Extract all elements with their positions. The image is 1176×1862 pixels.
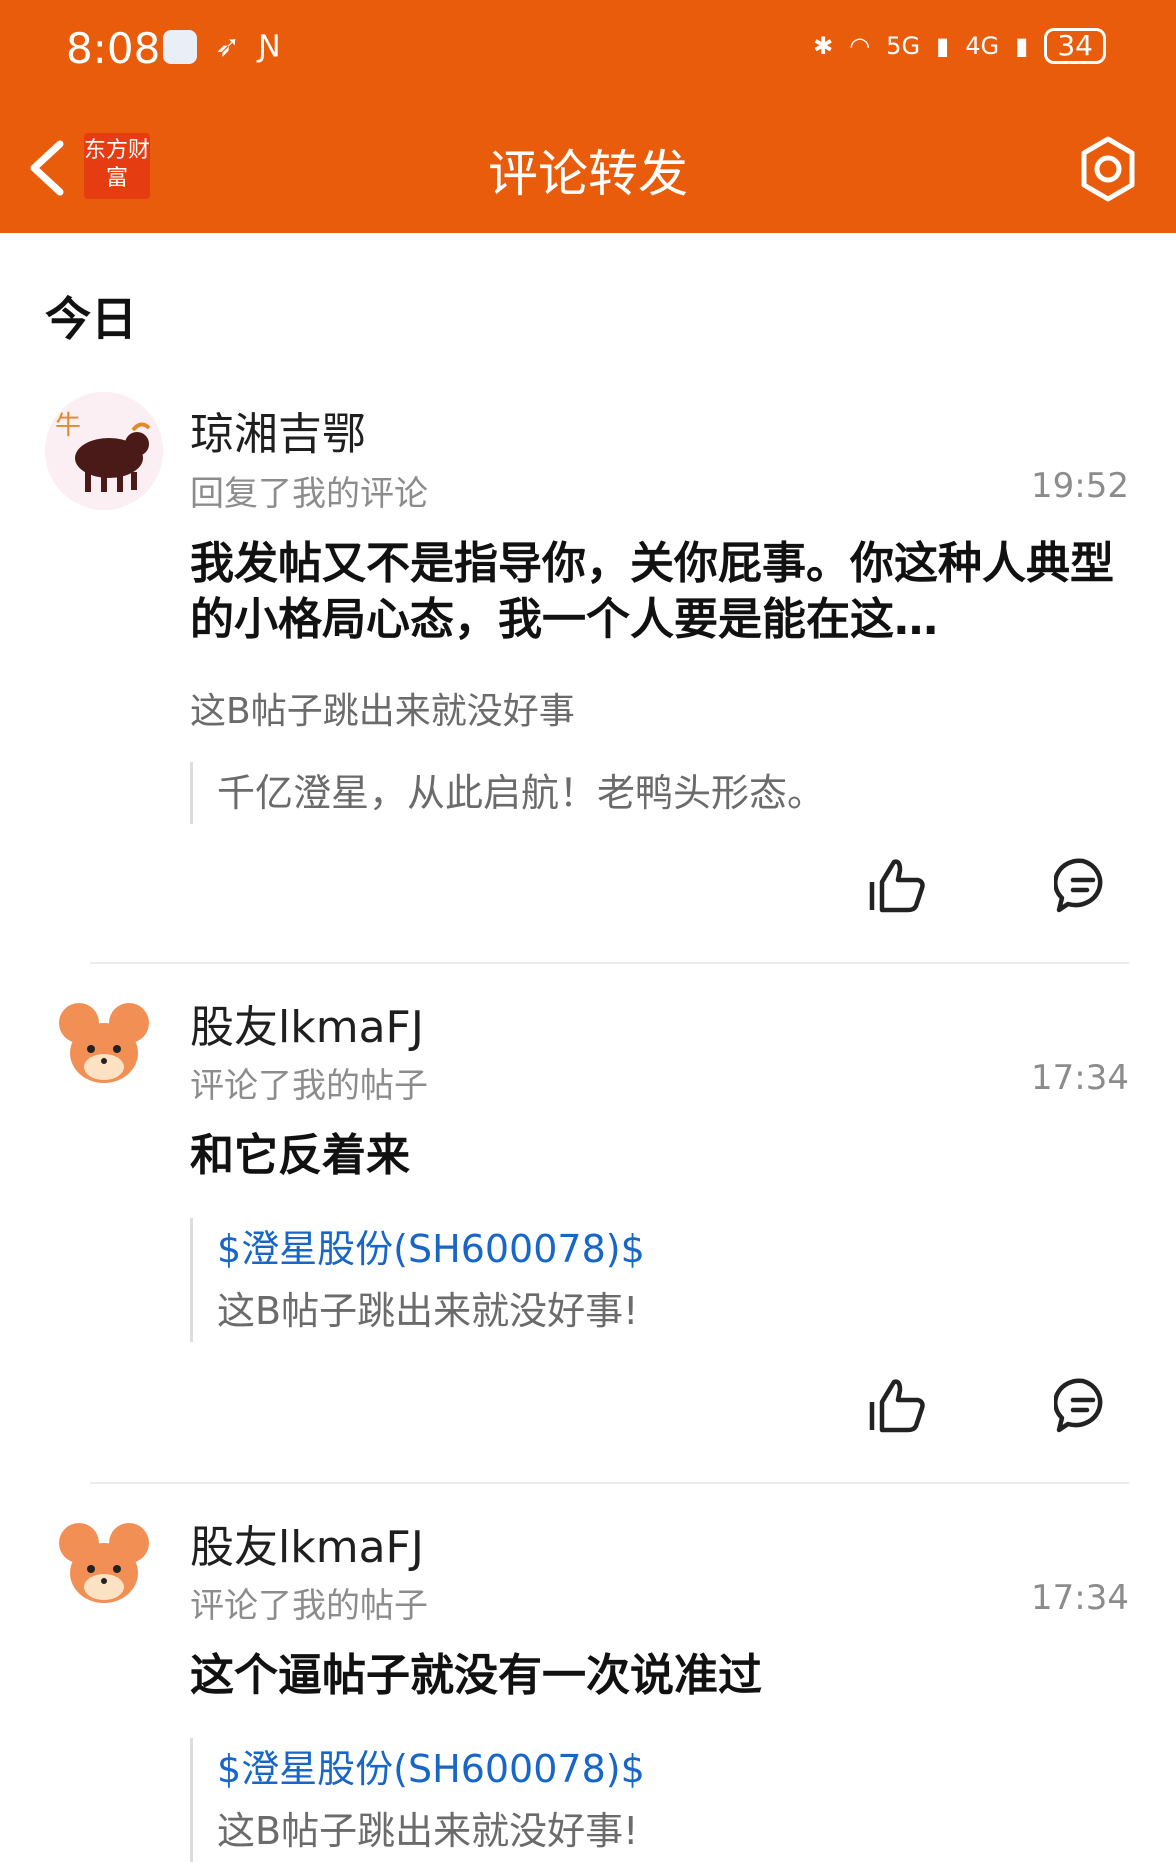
signal-4g-icon: ▮ xyxy=(1015,32,1029,60)
quoted-text: 这B帖子跳出来就没好事! xyxy=(217,1289,639,1333)
comment-bubble-icon[interactable] xyxy=(1054,856,1112,914)
notification-app-icon xyxy=(163,30,197,64)
avatar[interactable] xyxy=(45,987,163,1105)
quoted-post[interactable]: $澄星股份(SH600078)$ 这B帖子跳出来就没好事! xyxy=(190,1738,1147,1862)
comment-text[interactable]: 我发帖又不是指导你，关你屁事。你这种人典型的小格局心态，我一个人要是能在这… xyxy=(190,536,1130,648)
stock-link[interactable]: $澄星股份(SH600078)$ xyxy=(217,1218,1147,1280)
like-thumb-icon[interactable] xyxy=(868,856,926,914)
quoted-text: 这B帖子跳出来就没好事! xyxy=(217,1809,639,1853)
mouse-avatar-icon xyxy=(45,987,163,1105)
reply-text: 这B帖子跳出来就没好事 xyxy=(190,691,575,732)
timestamp: 19:52 xyxy=(1031,466,1129,506)
avatar[interactable]: 牛 xyxy=(45,392,163,510)
quoted-text: 千亿澄星，从此启航！老鸭头形态。 xyxy=(217,771,826,815)
nfc-icon: Ɲ xyxy=(258,29,281,64)
stock-link[interactable]: $澄星股份(SH600078)$ xyxy=(217,1738,1147,1800)
comment-text[interactable]: 这个逼帖子就没有一次说准过 xyxy=(190,1648,1130,1704)
quoted-post[interactable]: $澄星股份(SH600078)$ 这B帖子跳出来就没好事! xyxy=(190,1218,1147,1342)
status-left-icons: ➶ Ɲ xyxy=(163,30,281,64)
divider xyxy=(90,962,1129,964)
status-right-icons: ✱ ◠ 5G ▮ 4G ▮ 34 xyxy=(813,28,1106,64)
battery-indicator: 34 xyxy=(1044,28,1106,64)
page-title: 评论转发 xyxy=(488,145,688,203)
username[interactable]: 股友lkmaFJ xyxy=(190,991,424,1055)
comment-bubble-icon[interactable] xyxy=(1054,1376,1112,1434)
notification-arrow-icon: ➶ xyxy=(215,29,241,64)
timestamp: 17:34 xyxy=(1031,1578,1129,1618)
like-thumb-icon[interactable] xyxy=(868,1376,926,1434)
username[interactable]: 琼湘吉鄂 xyxy=(190,398,366,462)
divider xyxy=(90,1482,1129,1484)
status-time: 8:08 xyxy=(66,24,161,73)
section-title: 今日 xyxy=(45,292,137,346)
header-bar: 8:08 ➶ Ɲ ✱ ◠ 5G ▮ 4G ▮ 34 东方财富 评论转发 xyxy=(0,0,1176,233)
bluetooth-icon: ✱ xyxy=(813,32,834,60)
timestamp: 17:34 xyxy=(1031,1058,1129,1098)
mouse-avatar-icon xyxy=(45,1507,163,1625)
network-4g-label: 4G xyxy=(965,32,1000,60)
svg-text:牛: 牛 xyxy=(55,411,81,441)
network-5g-label: 5G xyxy=(886,32,921,60)
action-text: 评论了我的帖子 xyxy=(190,1586,428,1626)
avatar[interactable] xyxy=(45,1507,163,1625)
signal-5g-icon: ▮ xyxy=(936,32,950,60)
settings-gear-icon[interactable] xyxy=(1074,135,1142,203)
comment-text[interactable]: 和它反着来 xyxy=(190,1128,1130,1184)
quoted-post[interactable]: 千亿澄星，从此启航！老鸭头形态。 xyxy=(190,762,1147,824)
action-text: 回复了我的评论 xyxy=(190,474,428,514)
ox-avatar-icon: 牛 xyxy=(45,392,163,510)
wifi-icon: ◠ xyxy=(849,32,871,60)
action-text: 评论了我的帖子 xyxy=(190,1066,428,1106)
username[interactable]: 股友lkmaFJ xyxy=(190,1511,424,1575)
